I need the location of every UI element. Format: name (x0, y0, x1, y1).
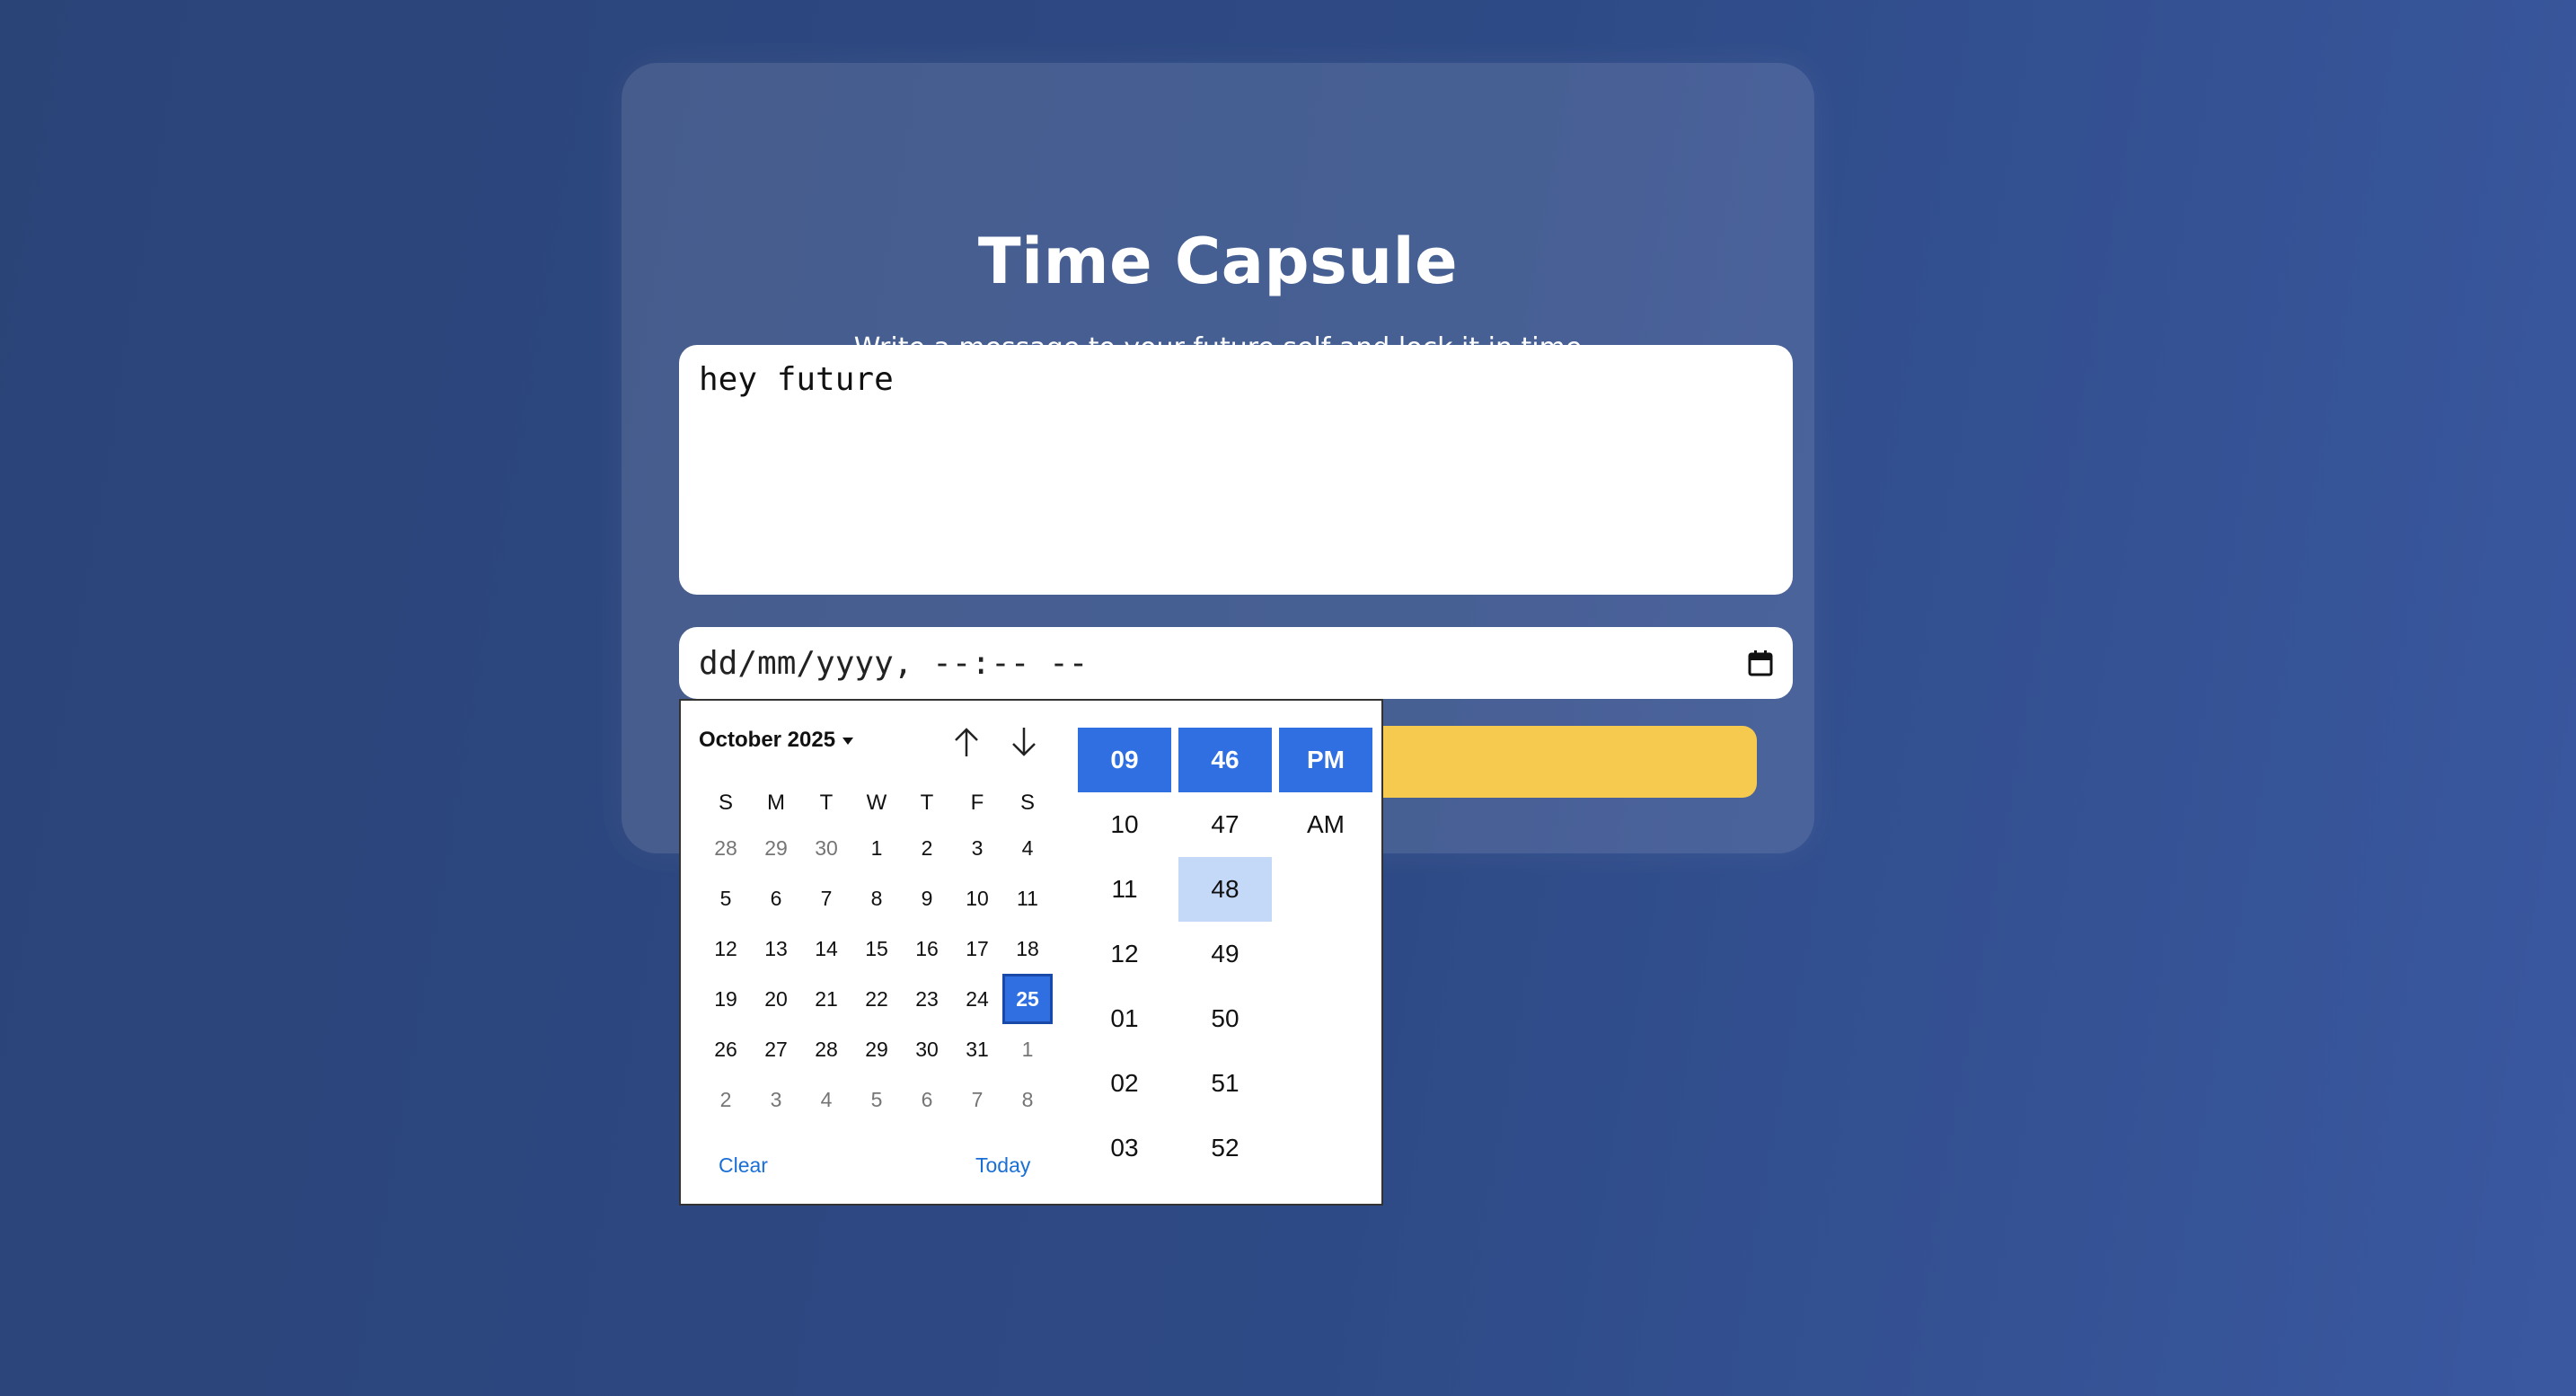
next-month-button[interactable] (1008, 724, 1040, 760)
clear-button[interactable]: Clear (719, 1153, 768, 1178)
day-cell[interactable]: 16 (902, 923, 952, 974)
day-cell[interactable]: 8 (851, 873, 902, 923)
day-cell[interactable]: 2 (902, 823, 952, 873)
day-cell[interactable]: 26 (701, 1024, 751, 1074)
datetime-placeholder: dd/mm/yyyy, --:-- -- (699, 644, 1089, 682)
day-cell[interactable]: 14 (801, 923, 851, 974)
month-year-label: October 2025 (699, 728, 836, 752)
day-cell[interactable]: 24 (952, 974, 1002, 1024)
weekday-header: SMTWTFS (701, 791, 1053, 816)
day-cell[interactable]: 28 (701, 823, 751, 873)
day-cell[interactable]: 30 (902, 1024, 952, 1074)
minute-option[interactable]: 51 (1178, 1051, 1272, 1116)
day-cell[interactable]: 23 (902, 974, 952, 1024)
minute-option[interactable]: 46 (1178, 728, 1272, 792)
hour-option[interactable]: 11 (1078, 857, 1171, 922)
day-cell[interactable]: 17 (952, 923, 1002, 974)
day-cell[interactable]: 6 (751, 873, 801, 923)
weekday-label: W (866, 791, 887, 815)
day-cell[interactable]: 5 (851, 1074, 902, 1125)
day-cell[interactable]: 20 (751, 974, 801, 1024)
meridiem-option[interactable]: AM (1279, 792, 1372, 857)
datetime-input[interactable]: dd/mm/yyyy, --:-- -- (679, 627, 1793, 699)
hour-option[interactable]: 12 (1078, 922, 1171, 986)
day-cell[interactable]: 1 (851, 823, 902, 873)
day-cell[interactable]: 10 (952, 873, 1002, 923)
day-cell[interactable]: 13 (751, 923, 801, 974)
minute-option[interactable]: 52 (1178, 1116, 1272, 1180)
day-cell[interactable]: 29 (751, 823, 801, 873)
weekday-label: T (920, 791, 934, 815)
hour-option[interactable]: 01 (1078, 986, 1171, 1051)
previous-month-button[interactable] (950, 724, 983, 760)
caret-down-icon (842, 737, 854, 745)
message-textarea[interactable] (679, 345, 1793, 595)
hour-column: 09 10 11 12 01 02 03 (1078, 728, 1171, 1180)
minute-option[interactable]: 50 (1178, 986, 1272, 1051)
day-cell[interactable]: 22 (851, 974, 902, 1024)
day-cell[interactable]: 12 (701, 923, 751, 974)
selected-day[interactable]: 25 (1002, 974, 1053, 1024)
day-cell[interactable]: 28 (801, 1024, 851, 1074)
day-cell[interactable]: 1 (1002, 1024, 1053, 1074)
day-cell[interactable]: 9 (902, 873, 952, 923)
day-cell[interactable]: 15 (851, 923, 902, 974)
hour-option[interactable]: 02 (1078, 1051, 1171, 1116)
day-cell[interactable]: 30 (801, 823, 851, 873)
weekday-label: T (819, 791, 834, 815)
day-cell[interactable]: 4 (1002, 823, 1053, 873)
day-cell[interactable]: 21 (801, 974, 851, 1024)
hour-option[interactable]: 03 (1078, 1116, 1171, 1180)
minute-column: 46 47 48 49 50 51 52 (1178, 728, 1272, 1180)
weekday-label: S (1019, 791, 1035, 815)
calendar-icon[interactable] (1748, 649, 1773, 676)
day-cell[interactable]: 31 (952, 1024, 1002, 1074)
weekday-label: M (767, 791, 785, 815)
day-cell[interactable]: 18 (1002, 923, 1053, 974)
day-cell[interactable]: 7 (801, 873, 851, 923)
lock-capsule-button[interactable] (1329, 726, 1757, 798)
day-cell[interactable]: 2 (701, 1074, 751, 1125)
meridiem-option[interactable]: PM (1279, 728, 1372, 792)
minute-option[interactable]: 49 (1178, 922, 1272, 986)
day-cell[interactable]: 4 (801, 1074, 851, 1125)
page-title: Time Capsule (977, 225, 1459, 298)
meridiem-column: PM AM (1279, 728, 1372, 857)
hour-option[interactable]: 10 (1078, 792, 1171, 857)
day-cell[interactable]: 8 (1002, 1074, 1053, 1125)
month-year-dropdown[interactable]: October 2025 (699, 728, 854, 753)
minute-option[interactable]: 47 (1178, 792, 1272, 857)
day-cell[interactable]: 3 (751, 1074, 801, 1125)
day-cell[interactable]: 29 (851, 1024, 902, 1074)
minute-option[interactable]: 48 (1178, 857, 1272, 922)
arrow-down-icon (1012, 728, 1036, 756)
weekday-label: F (970, 791, 984, 815)
arrow-up-icon (955, 728, 978, 756)
day-cell[interactable]: 6 (902, 1074, 952, 1125)
day-grid: 28 29 30 1 2 3 4 5 6 7 8 9 10 11 12 13 14 15 16 17 18 19 20 21 2… (701, 823, 1053, 1125)
day-cell[interactable]: 19 (701, 974, 751, 1024)
weekday-label: S (718, 791, 733, 815)
day-cell[interactable]: 11 (1002, 873, 1053, 923)
hour-option[interactable]: 09 (1078, 728, 1171, 792)
day-cell[interactable]: 7 (952, 1074, 1002, 1125)
today-button[interactable]: Today (975, 1153, 1030, 1178)
datetime-picker-popup: October 2025 SMTWTFS 28 29 30 1 2 3 4 5 6 7 8 9 10 11… (679, 699, 1383, 1206)
day-cell[interactable]: 27 (751, 1024, 801, 1074)
day-cell[interactable]: 5 (701, 873, 751, 923)
day-cell[interactable]: 3 (952, 823, 1002, 873)
